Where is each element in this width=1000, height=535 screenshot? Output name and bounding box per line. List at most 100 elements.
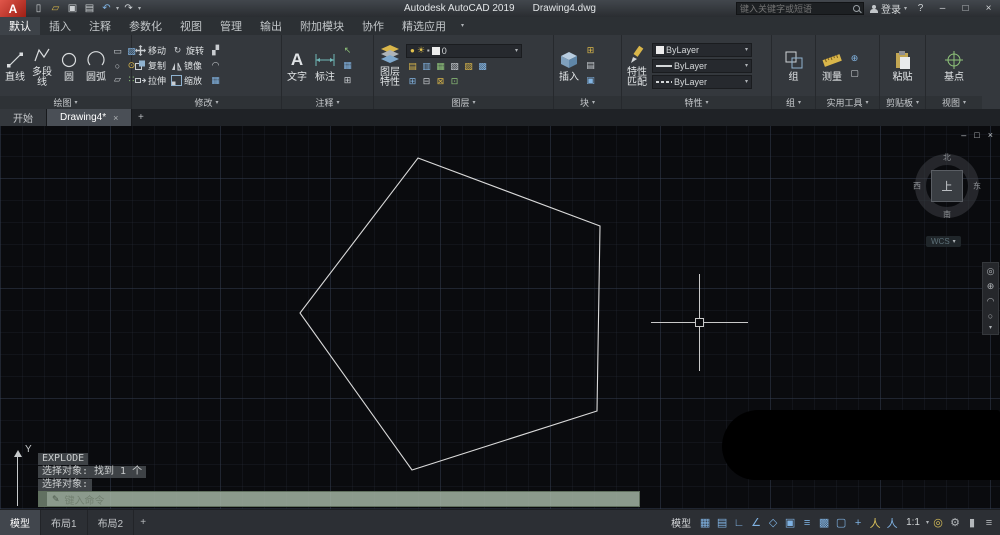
ribbon-tab-output[interactable]: 输出	[251, 17, 291, 35]
grid-toggle-icon[interactable]: ▦	[697, 513, 713, 533]
ribbon-tab-parametric[interactable]: 参数化	[120, 17, 171, 35]
command-customize-icon[interactable]: ✎	[52, 494, 60, 505]
text-button[interactable]: A 文字	[285, 48, 309, 83]
customization-menu-icon[interactable]: ≡	[981, 513, 997, 533]
navbar-more-icon[interactable]: ▾	[989, 325, 992, 331]
isodraft-toggle-icon[interactable]: ◇	[765, 513, 781, 533]
minimize-button[interactable]: –	[934, 2, 951, 16]
autocad-logo-icon[interactable]: A	[0, 0, 26, 17]
group-button[interactable]: 组	[782, 48, 806, 83]
command-input-bar[interactable]: ✎ 键入命令	[38, 491, 640, 507]
signin-button[interactable]: 登录 ▾	[870, 1, 907, 16]
undo-icon[interactable]: ↶	[99, 2, 114, 16]
ribbon-tab-manage[interactable]: 管理	[211, 17, 251, 35]
view-panel-label[interactable]: 视图▾	[926, 96, 982, 109]
ribbon-tab-view[interactable]: 视图	[171, 17, 211, 35]
create-block-icon[interactable]: ⊞	[584, 44, 597, 57]
wcs-selector[interactable]: WCS ▾	[926, 236, 961, 247]
annotation-visibility-icon[interactable]: 人	[867, 513, 883, 533]
drawing-canvas[interactable]: – □ × 北 西 东 南 上 WCS ▾ ◎ ⊕ ◠ ○ ▾ Y	[0, 126, 1000, 509]
groups-panel-label[interactable]: 组▾	[772, 96, 815, 109]
status-model-button[interactable]: 模型	[666, 513, 696, 533]
circle-button[interactable]: 圆	[57, 48, 81, 83]
block-editor-icon[interactable]: ▣	[584, 74, 597, 87]
zoom-icon[interactable]: ◠	[987, 296, 995, 307]
layout2-tab[interactable]: 布局2	[88, 510, 135, 535]
ribbon-tab-annotate[interactable]: 注释	[80, 17, 120, 35]
start-tab[interactable]: 开始	[0, 109, 47, 126]
dimension-button[interactable]: 标注	[312, 48, 338, 83]
search-icon[interactable]	[853, 5, 860, 12]
fillet-icon[interactable]: ◠	[209, 59, 222, 72]
qat-dropdown-icon[interactable]: ▾	[138, 6, 141, 12]
annotate-panel-label[interactable]: 注释▾	[282, 96, 373, 109]
ribbon-tab-home[interactable]: 默认	[0, 17, 40, 35]
move-button[interactable]: 移动	[135, 44, 166, 57]
properties-panel-label[interactable]: 特性▾	[622, 96, 771, 109]
transparency-toggle-icon[interactable]: ▩	[816, 513, 832, 533]
new-file-icon[interactable]: ▯	[31, 2, 46, 16]
selection-cycling-icon[interactable]: ▢	[833, 513, 849, 533]
annotation-scale-dropdown-icon[interactable]: ▾	[926, 520, 929, 526]
command-prompt-text[interactable]: 键入命令	[65, 492, 105, 507]
search-input[interactable]	[740, 4, 850, 14]
trim-icon[interactable]: ▞	[209, 44, 222, 57]
layer-properties-button[interactable]: 图层特性	[377, 43, 403, 88]
arc-button[interactable]: 圆弧	[84, 48, 108, 83]
compass-south-label[interactable]: 南	[943, 209, 951, 220]
new-layout-button[interactable]: +	[134, 510, 152, 535]
layer-state-icon[interactable]: ⊞	[406, 75, 419, 88]
clipboard-panel-label[interactable]: 剪贴板▾	[880, 96, 925, 109]
quick-select-icon[interactable]: ⊕	[848, 52, 861, 65]
rectangle-icon[interactable]: ▭	[111, 45, 124, 58]
save-icon[interactable]: ▣	[65, 2, 80, 16]
model-tab[interactable]: 模型	[0, 510, 41, 535]
viewport-restore-icon[interactable]: □	[974, 130, 979, 140]
compass-west-label[interactable]: 西	[913, 181, 921, 192]
stretch-button[interactable]: 拉伸	[135, 74, 166, 87]
mirror-button[interactable]: 镜像	[171, 59, 204, 72]
lineweight-toggle-icon[interactable]: ≡	[799, 513, 815, 533]
ribbon-tab-collaborate[interactable]: 协作	[353, 17, 393, 35]
new-drawing-tab-button[interactable]: +	[132, 109, 149, 126]
layer-off-icon[interactable]: ▤	[406, 60, 419, 73]
edit-attributes-icon[interactable]: ▤	[584, 59, 597, 72]
pan-icon[interactable]: ⊕	[987, 281, 995, 292]
close-button[interactable]: ×	[980, 2, 997, 16]
ribbon-tab-insert[interactable]: 插入	[40, 17, 80, 35]
drawing-tab-close-icon[interactable]: ×	[113, 113, 118, 123]
id-point-icon[interactable]: ▢	[848, 67, 861, 80]
workspace-gear-icon[interactable]: ⚙	[947, 513, 963, 533]
open-file-icon[interactable]: ▱	[48, 2, 63, 16]
isolate-objects-icon[interactable]: ◎	[930, 513, 946, 533]
undo-dropdown-icon[interactable]: ▾	[116, 6, 119, 12]
ribbon-options-dropdown-icon[interactable]: ▾	[455, 17, 470, 35]
layer-delete-icon[interactable]: ⊡	[448, 75, 461, 88]
line-button[interactable]: 直线	[3, 48, 27, 83]
base-point-button[interactable]: 基点	[942, 48, 966, 83]
layer-match-icon[interactable]: ▨	[462, 60, 475, 73]
steering-wheel-icon[interactable]: ◎	[987, 266, 995, 277]
object-snap-icon[interactable]: ▣	[782, 513, 798, 533]
table-icon[interactable]: ▦	[341, 59, 354, 72]
paste-button[interactable]: 粘贴	[891, 48, 915, 83]
object-color-select[interactable]: ByLayer ▾	[652, 43, 752, 57]
dynamic-input-icon[interactable]: +	[850, 513, 866, 533]
help-icon[interactable]: ?	[913, 2, 928, 16]
draw-panel-label[interactable]: 绘图▾	[0, 96, 131, 109]
copy-button[interactable]: 复制	[135, 59, 166, 72]
block-panel-label[interactable]: 块▾	[554, 96, 621, 109]
modify-panel-label[interactable]: 修改▾	[132, 96, 281, 109]
layer-freeze-icon[interactable]: ▦	[434, 60, 447, 73]
compass-north-label[interactable]: 北	[943, 152, 951, 163]
redo-icon[interactable]: ↷	[121, 2, 136, 16]
ribbon-tab-featured[interactable]: 精选应用	[393, 17, 455, 35]
linetype-select[interactable]: ByLayer ▾	[652, 75, 752, 89]
layer-unlock-icon[interactable]: ▧	[448, 60, 461, 73]
restore-button[interactable]: □	[957, 2, 974, 16]
polyline-button[interactable]: 多段线	[30, 43, 54, 88]
layer-isolate-icon[interactable]: ▥	[420, 60, 433, 73]
drawing-tab[interactable]: Drawing4* ×	[47, 109, 132, 126]
command-bar-grip[interactable]	[39, 492, 47, 506]
multiline-icon[interactable]: ⊞	[341, 74, 354, 87]
